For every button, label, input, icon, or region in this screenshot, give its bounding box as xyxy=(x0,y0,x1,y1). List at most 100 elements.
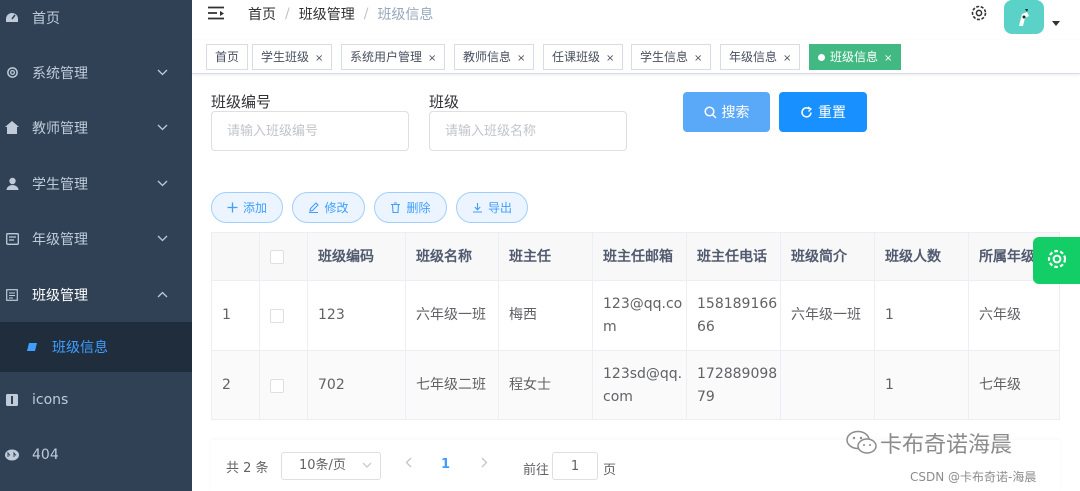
watermark-main: 卡布奇诺海晨 xyxy=(880,433,1013,458)
floating-settings-button[interactable] xyxy=(1033,237,1080,284)
header-teacher-email[interactable]: 班主任邮箱 xyxy=(593,233,687,281)
sidebar-item-student[interactable]: 学生管理 xyxy=(0,156,192,211)
search-icon xyxy=(703,105,717,119)
tag-class-info[interactable]: 班级信息 × xyxy=(809,44,902,70)
tag-student-info[interactable]: 学生信息 × xyxy=(631,44,712,70)
sidebar-item-class[interactable]: 班级管理 xyxy=(0,267,192,322)
caret-down-icon[interactable] xyxy=(1052,18,1060,29)
sidebar-item-label: 学生管理 xyxy=(32,176,88,193)
cell-checkbox xyxy=(260,281,308,350)
header-class-name[interactable]: 班级名称 xyxy=(406,233,499,281)
table-row[interactable]: 2 702 七年级二班 程女士 123sd@qq. com 172889098 79… xyxy=(212,351,1059,419)
close-icon[interactable]: × xyxy=(315,53,323,64)
sidebar-item-icons[interactable]: icons xyxy=(0,372,192,427)
edit-button-label: 修改 xyxy=(324,201,349,215)
chevron-down-icon xyxy=(150,121,174,134)
row-checkbox[interactable] xyxy=(270,308,284,323)
chevron-down-icon xyxy=(362,453,372,479)
cell-teacher-email: 123sd@qq. com xyxy=(593,351,687,419)
cell-class-intro: 六年级一班 xyxy=(781,281,875,350)
watermark: 卡布奇诺海晨 CSDN @卡布奇诺-海晨 xyxy=(832,422,1077,491)
sidebar-subitem-label: 班级信息 xyxy=(52,340,108,356)
edit-button[interactable]: 修改 xyxy=(292,192,365,223)
tag-label: 任课班级 xyxy=(552,50,601,64)
header-class-intro[interactable]: 班级简介 xyxy=(781,233,875,281)
gear-icon xyxy=(2,66,22,79)
tag-system-user[interactable]: 系统用户管理 × xyxy=(341,44,446,70)
class-name-label: 班级 xyxy=(429,93,460,111)
tag-student-class[interactable]: 学生班级 × xyxy=(252,44,333,70)
sidebar-item-grade[interactable]: 年级管理 xyxy=(0,211,192,266)
cell-class-count: 1 xyxy=(875,351,969,419)
dashboard-icon xyxy=(2,12,22,24)
close-icon[interactable]: × xyxy=(428,53,436,64)
home-icon xyxy=(2,121,22,134)
sidebar-item-home[interactable]: 首页 xyxy=(0,0,192,45)
hamburger-icon[interactable] xyxy=(208,6,226,22)
grade-icon xyxy=(2,232,22,245)
close-icon[interactable]: × xyxy=(606,53,614,64)
header-class-code[interactable]: 班级编码 xyxy=(308,233,406,281)
sidebar-item-label: 404 xyxy=(32,446,59,463)
tag-label: 年级信息 xyxy=(729,50,778,64)
close-icon[interactable]: × xyxy=(783,53,791,64)
table-header: 班级编码 班级名称 班主任 班主任邮箱 班主任电话 班级简介 班级人数 所属年级 xyxy=(212,233,1059,281)
delete-button[interactable]: 删除 xyxy=(374,192,447,223)
next-page-chevron-icon[interactable] xyxy=(481,457,488,472)
cell-class-intro xyxy=(781,351,875,419)
class-info-icon xyxy=(22,342,42,352)
wechat-icon xyxy=(846,430,878,460)
tag-label: 班级信息 xyxy=(830,50,879,64)
tag-label: 学生班级 xyxy=(261,50,310,64)
close-icon[interactable]: × xyxy=(517,53,525,64)
sidebar-item-label: 首页 xyxy=(32,10,60,27)
breadcrumb-class-manage[interactable]: 班级管理 xyxy=(299,4,355,24)
close-icon[interactable]: × xyxy=(694,53,702,64)
header-teacher-phone[interactable]: 班主任电话 xyxy=(687,233,781,281)
cell-teacher: 程女士 xyxy=(499,351,593,419)
cell-teacher-phone: 172889098 79 xyxy=(687,351,781,419)
export-button[interactable]: 导出 xyxy=(456,192,528,223)
download-icon xyxy=(472,202,483,213)
tag-grade-info[interactable]: 年级信息 × xyxy=(720,44,801,70)
sidebar-item-system[interactable]: 系统管理 xyxy=(0,45,192,100)
avatar[interactable] xyxy=(1004,0,1044,34)
page-number-current[interactable]: 1 xyxy=(441,457,450,472)
breadcrumb: 首页 / 班级管理 / 班级信息 xyxy=(248,4,433,24)
select-all-checkbox[interactable] xyxy=(270,250,284,264)
header-class-count[interactable]: 班级人数 xyxy=(875,233,969,281)
sidebar-item-teacher[interactable]: 教师管理 xyxy=(0,100,192,155)
prev-page-chevron-icon[interactable] xyxy=(405,457,412,472)
delete-button-label: 删除 xyxy=(406,201,431,215)
settings-gear-icon[interactable] xyxy=(969,3,989,23)
sidebar-item-404[interactable]: 404 xyxy=(0,427,192,482)
chevron-down-icon xyxy=(150,232,174,245)
export-button-label: 导出 xyxy=(487,201,512,215)
breadcrumb-separator: / xyxy=(285,6,290,22)
pagination-total: 共 2 条 xyxy=(226,461,269,476)
cell-class-code: 702 xyxy=(308,351,406,419)
page-size-select[interactable]: 10条/页 xyxy=(281,452,381,480)
add-button[interactable]: 添加 xyxy=(211,192,283,223)
404-icon xyxy=(2,449,22,461)
class-name-input[interactable] xyxy=(429,111,627,151)
tag-label: 学生信息 xyxy=(640,50,689,64)
navbar: 首页 / 班级管理 / 班级信息 xyxy=(192,0,1080,40)
search-button[interactable]: 搜索 xyxy=(683,92,770,132)
icons-icon xyxy=(2,393,22,406)
tag-teacher-info[interactable]: 教师信息 × xyxy=(454,44,535,70)
tag-home[interactable]: 首页 xyxy=(206,44,249,70)
goto-page-input[interactable] xyxy=(552,452,598,480)
tag-teaching-class[interactable]: 任课班级 × xyxy=(543,44,624,70)
close-icon[interactable]: × xyxy=(884,53,892,64)
header-teacher[interactable]: 班主任 xyxy=(499,233,593,281)
table-row[interactable]: 1 123 六年级一班 梅西 123@qq.co m 158189166 66 六年… xyxy=(212,281,1059,351)
class-code-input[interactable] xyxy=(211,111,409,151)
breadcrumb-home[interactable]: 首页 xyxy=(248,4,276,24)
row-checkbox[interactable] xyxy=(270,378,284,393)
reset-button[interactable]: 重置 xyxy=(779,92,867,132)
sidebar-item-label: 教师管理 xyxy=(32,120,88,137)
tag-label: 首页 xyxy=(215,50,240,64)
class-table: 班级编码 班级名称 班主任 班主任邮箱 班主任电话 班级简介 班级人数 所属年级… xyxy=(211,232,1060,420)
sidebar-subitem-class-info[interactable]: 班级信息 xyxy=(0,322,192,372)
